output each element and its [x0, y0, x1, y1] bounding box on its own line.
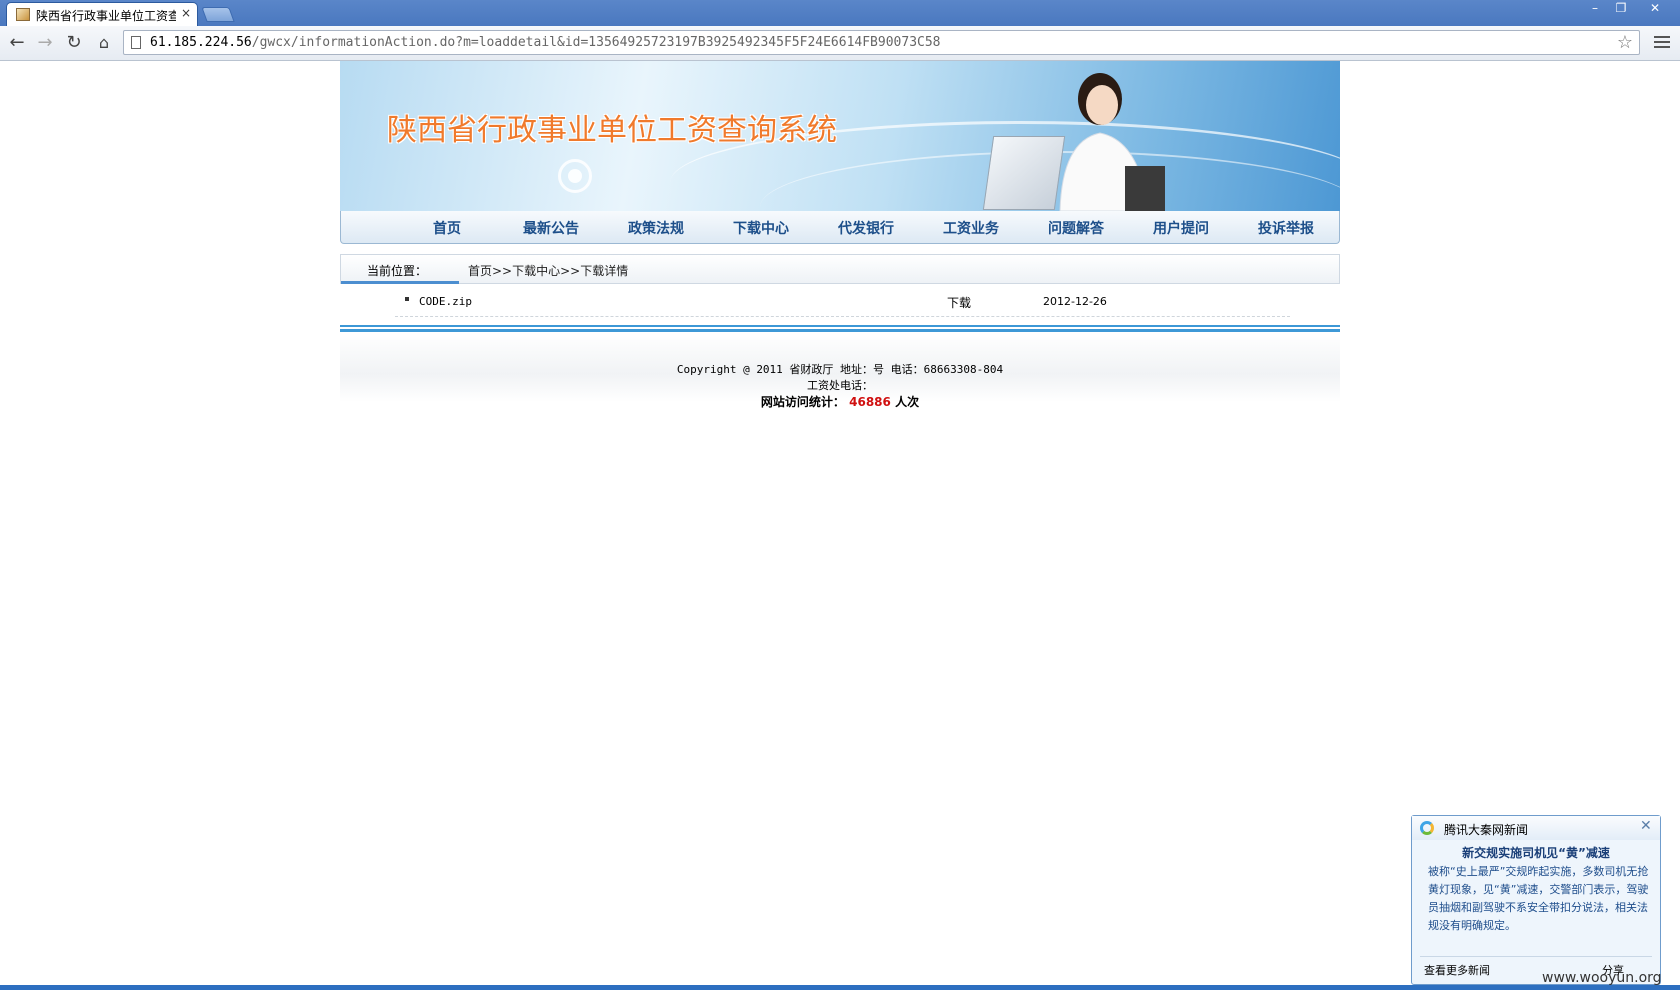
qq-news-logo-icon: [1420, 821, 1434, 835]
back-arrow-icon[interactable]: ←: [6, 32, 28, 54]
watermark-text: www.wooyun.org: [1542, 970, 1662, 986]
popup-header: 腾讯大秦网新闻 ✕: [1412, 816, 1660, 840]
visit-unit: 人次: [895, 395, 920, 409]
visit-count: 46886: [849, 395, 891, 409]
restore-window-button[interactable]: ❐: [1608, 0, 1634, 18]
visit-label: 网站访问统计：: [760, 395, 845, 409]
close-window-button[interactable]: ✕: [1642, 0, 1668, 18]
popup-headline[interactable]: 新交规实施司机见“黄”减速: [1412, 844, 1660, 861]
site-footer: Copyright @ 2011 省财政厅 地址：号 电话：68663308-8…: [340, 332, 1340, 409]
footer-divider: [340, 325, 1340, 332]
nav-faq[interactable]: 问题解答: [1048, 218, 1104, 238]
browser-tab[interactable]: 陕西省行政事业单位工资查询系 ×: [6, 2, 198, 26]
url-text[interactable]: 61.185.224.56/gwcx/informationAction.do?…: [150, 35, 941, 50]
reload-icon[interactable]: ↻: [63, 32, 85, 54]
tab-close-icon[interactable]: ×: [181, 6, 191, 20]
minimize-window-button[interactable]: –: [1582, 0, 1608, 18]
main-navigation: 首页 最新公告 政策法规 下载中心 代发银行 工资业务 问题解答 用户提问 投诉…: [340, 211, 1340, 244]
breadcrumb-bar: 当前位置： 首页>>下载中心>>下载详情: [340, 254, 1340, 284]
tab-title: 陕西省行政事业单位工资查询系: [36, 9, 176, 23]
nav-salary-business[interactable]: 工资业务: [943, 218, 999, 238]
forward-arrow-icon[interactable]: →: [34, 32, 56, 54]
popup-divider: [1420, 956, 1652, 957]
nav-policies[interactable]: 政策法规: [628, 218, 684, 238]
breadcrumb[interactable]: 首页>>下载中心>>下载详情: [468, 262, 628, 279]
visit-counter: 网站访问统计： 46886 人次: [340, 393, 1340, 410]
taskbar-edge: [0, 985, 1680, 990]
breadcrumb-label: 当前位置：: [367, 264, 428, 278]
nav-home[interactable]: 首页: [433, 218, 461, 238]
phone-text: 工资处电话：: [807, 379, 873, 392]
popup-body[interactable]: 被称“史上最严”交规昨起实施，多数司机无抢黄灯现象，见“黄”减速，交警部门表示，…: [1428, 863, 1650, 935]
browser-toolbar: ← → ↻ ⌂ 61.185.224.56/gwcx/informationAc…: [0, 26, 1680, 61]
popup-brand: 腾讯大秦网新闻: [1444, 823, 1529, 837]
home-icon[interactable]: ⌂: [93, 32, 115, 54]
breadcrumb-underline: [341, 281, 459, 284]
nav-latest-notices[interactable]: 最新公告: [523, 218, 579, 238]
nav-download-center[interactable]: 下载中心: [733, 218, 789, 238]
more-news-link[interactable]: 查看更多新闻: [1424, 962, 1490, 978]
news-popup: 腾讯大秦网新闻 ✕ 新交规实施司机见“黄”减速 被称“史上最严”交规昨起实施，多…: [1411, 815, 1661, 985]
list-item: CODE.zip 下载 2012-12-26: [395, 290, 1290, 317]
woman-photo-illustration: [1059, 73, 1165, 211]
bookmark-star-icon[interactable]: ☆: [1617, 32, 1633, 53]
popup-close-icon[interactable]: ✕: [1640, 818, 1652, 834]
file-name: CODE.zip: [419, 295, 472, 308]
nav-agent-banks[interactable]: 代发银行: [838, 218, 894, 238]
site-container: 陕西省行政事业单位工资查询系统 首页 最新公告 政策法规 下载中心 代发银行 工…: [340, 61, 1340, 409]
file-date: 2012-12-26: [1043, 295, 1107, 308]
banner-ring-decoration: [558, 159, 592, 193]
address-bar[interactable]: 61.185.224.56/gwcx/informationAction.do?…: [123, 30, 1640, 55]
bullet-icon: [405, 297, 409, 301]
new-tab-button[interactable]: [201, 7, 235, 22]
browser-title-bar: 陕西省行政事业单位工资查询系 × – ❐ ✕: [0, 0, 1680, 26]
site-favicon-icon: [16, 8, 30, 21]
browser-menu-icon[interactable]: [1654, 33, 1670, 51]
nav-user-questions[interactable]: 用户提问: [1153, 218, 1209, 238]
nav-complaints[interactable]: 投诉举报: [1258, 218, 1314, 238]
site-banner: 陕西省行政事业单位工资查询系统: [340, 61, 1340, 211]
page-icon: [131, 36, 141, 49]
copyright-text: Copyright @ 2011 省财政厅 地址：号 电话：68663308-8…: [676, 363, 1004, 376]
download-link[interactable]: 下载: [947, 294, 971, 311]
site-title: 陕西省行政事业单位工资查询系统: [387, 113, 837, 148]
